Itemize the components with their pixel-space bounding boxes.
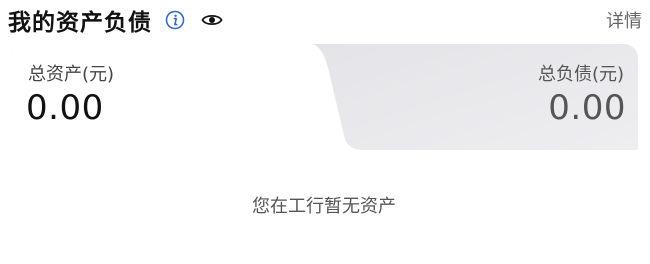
eye-icon[interactable] bbox=[200, 9, 224, 31]
total-assets-value: 0.00 bbox=[26, 88, 104, 128]
section-title: 我的资产负债 bbox=[8, 10, 152, 36]
total-liabilities-label: 总负债(元) bbox=[537, 64, 624, 85]
total-liabilities-value: 0.00 bbox=[548, 88, 626, 128]
info-icon[interactable] bbox=[164, 9, 186, 31]
empty-state-message: 您在工行暂无资产 bbox=[252, 196, 396, 217]
detail-link[interactable]: 详情 bbox=[606, 7, 642, 33]
asset-liability-card: 总资产(元) 0.00 总负债(元) 0.00 您在工行暂无资产 bbox=[10, 44, 638, 264]
section-header: 我的资产负债 详情 bbox=[8, 0, 642, 40]
total-assets-label: 总资产(元) bbox=[28, 64, 115, 85]
